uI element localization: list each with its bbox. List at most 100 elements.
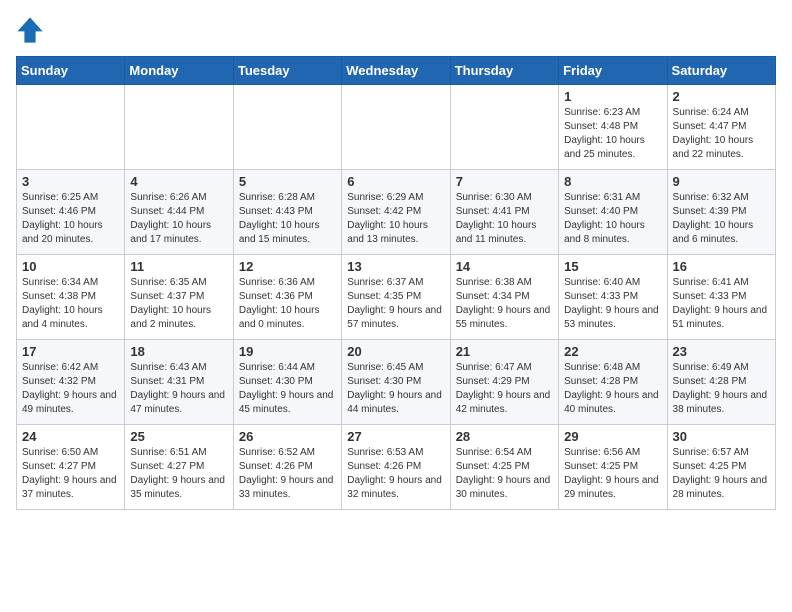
calendar-cell: 6 Sunrise: 6:29 AM Sunset: 4:42 PM Daylig… (342, 170, 450, 255)
calendar-header-row: SundayMondayTuesdayWednesdayThursdayFrid… (17, 57, 776, 85)
day-info: Sunrise: 6:34 AM Sunset: 4:38 PM Dayligh… (22, 276, 119, 332)
day-number: 16 (673, 259, 770, 274)
calendar-cell: 7 Sunrise: 6:30 AM Sunset: 4:41 PM Daylig… (450, 170, 558, 255)
day-info: Sunrise: 6:43 AM Sunset: 4:31 PM Dayligh… (130, 361, 227, 417)
day-info: Sunrise: 6:24 AM Sunset: 4:47 PM Dayligh… (673, 106, 770, 162)
day-info: Sunrise: 6:23 AM Sunset: 4:48 PM Dayligh… (564, 106, 661, 162)
day-number: 12 (239, 259, 336, 274)
calendar-cell: 30 Sunrise: 6:57 AM Sunset: 4:25 PM Dayli… (667, 425, 775, 510)
logo-icon (16, 16, 44, 44)
day-number: 22 (564, 344, 661, 359)
calendar-week-row: 17 Sunrise: 6:42 AM Sunset: 4:32 PM Dayli… (17, 340, 776, 425)
day-info: Sunrise: 6:30 AM Sunset: 4:41 PM Dayligh… (456, 191, 553, 247)
calendar-cell: 2 Sunrise: 6:24 AM Sunset: 4:47 PM Daylig… (667, 85, 775, 170)
day-info: Sunrise: 6:44 AM Sunset: 4:30 PM Dayligh… (239, 361, 336, 417)
calendar-week-row: 24 Sunrise: 6:50 AM Sunset: 4:27 PM Dayli… (17, 425, 776, 510)
day-info: Sunrise: 6:37 AM Sunset: 4:35 PM Dayligh… (347, 276, 444, 332)
calendar-cell: 21Sunrise: 6:47 AM Sunset: 4:29 PM Dayli… (450, 340, 558, 425)
calendar-cell: 29 Sunrise: 6:56 AM Sunset: 4:25 PM Dayli… (559, 425, 667, 510)
day-number: 24 (22, 429, 119, 444)
day-number: 14 (456, 259, 553, 274)
day-number: 18 (130, 344, 227, 359)
logo (16, 16, 48, 44)
calendar-cell: 4 Sunrise: 6:26 AM Sunset: 4:44 PM Daylig… (125, 170, 233, 255)
page-header (16, 16, 776, 44)
weekday-header-monday: Monday (125, 57, 233, 85)
day-number: 20 (347, 344, 444, 359)
day-number: 5 (239, 174, 336, 189)
calendar-cell: 9Sunrise: 6:32 AM Sunset: 4:39 PM Daylig… (667, 170, 775, 255)
day-info: Sunrise: 6:25 AM Sunset: 4:46 PM Dayligh… (22, 191, 119, 247)
calendar-cell: 11 Sunrise: 6:35 AM Sunset: 4:37 PM Dayli… (125, 255, 233, 340)
day-info: Sunrise: 6:31 AM Sunset: 4:40 PM Dayligh… (564, 191, 661, 247)
day-info: Sunrise: 6:50 AM Sunset: 4:27 PM Dayligh… (22, 446, 119, 502)
day-number: 9 (673, 174, 770, 189)
weekday-header-thursday: Thursday (450, 57, 558, 85)
calendar-cell: 14 Sunrise: 6:38 AM Sunset: 4:34 PM Dayli… (450, 255, 558, 340)
calendar-cell: 19 Sunrise: 6:44 AM Sunset: 4:30 PM Dayli… (233, 340, 341, 425)
calendar-cell: 28 Sunrise: 6:54 AM Sunset: 4:25 PM Dayli… (450, 425, 558, 510)
calendar-cell (233, 85, 341, 170)
day-number: 6 (347, 174, 444, 189)
day-info: Sunrise: 6:47 AM Sunset: 4:29 PM Dayligh… (456, 361, 553, 417)
calendar-cell: 27Sunrise: 6:53 AM Sunset: 4:26 PM Dayli… (342, 425, 450, 510)
day-info: Sunrise: 6:38 AM Sunset: 4:34 PM Dayligh… (456, 276, 553, 332)
day-info: Sunrise: 6:26 AM Sunset: 4:44 PM Dayligh… (130, 191, 227, 247)
day-number: 4 (130, 174, 227, 189)
day-number: 23 (673, 344, 770, 359)
calendar-cell (125, 85, 233, 170)
day-info: Sunrise: 6:57 AM Sunset: 4:25 PM Dayligh… (673, 446, 770, 502)
day-info: Sunrise: 6:45 AM Sunset: 4:30 PM Dayligh… (347, 361, 444, 417)
day-info: Sunrise: 6:29 AM Sunset: 4:42 PM Dayligh… (347, 191, 444, 247)
day-number: 30 (673, 429, 770, 444)
calendar-cell: 5 Sunrise: 6:28 AM Sunset: 4:43 PM Daylig… (233, 170, 341, 255)
calendar-cell: 18 Sunrise: 6:43 AM Sunset: 4:31 PM Dayli… (125, 340, 233, 425)
day-number: 26 (239, 429, 336, 444)
day-number: 11 (130, 259, 227, 274)
calendar-cell: 3 Sunrise: 6:25 AM Sunset: 4:46 PM Daylig… (17, 170, 125, 255)
day-info: Sunrise: 6:28 AM Sunset: 4:43 PM Dayligh… (239, 191, 336, 247)
calendar-cell: 15 Sunrise: 6:40 AM Sunset: 4:33 PM Dayli… (559, 255, 667, 340)
day-info: Sunrise: 6:42 AM Sunset: 4:32 PM Dayligh… (22, 361, 119, 417)
calendar-cell: 8 Sunrise: 6:31 AM Sunset: 4:40 PM Daylig… (559, 170, 667, 255)
day-info: Sunrise: 6:52 AM Sunset: 4:26 PM Dayligh… (239, 446, 336, 502)
day-number: 8 (564, 174, 661, 189)
day-number: 13 (347, 259, 444, 274)
day-number: 2 (673, 89, 770, 104)
calendar-cell: 16Sunrise: 6:41 AM Sunset: 4:33 PM Dayli… (667, 255, 775, 340)
day-info: Sunrise: 6:54 AM Sunset: 4:25 PM Dayligh… (456, 446, 553, 502)
calendar-week-row: 10 Sunrise: 6:34 AM Sunset: 4:38 PM Dayli… (17, 255, 776, 340)
day-info: Sunrise: 6:49 AM Sunset: 4:28 PM Dayligh… (673, 361, 770, 417)
calendar-week-row: 1 Sunrise: 6:23 AM Sunset: 4:48 PM Daylig… (17, 85, 776, 170)
calendar-cell: 20 Sunrise: 6:45 AM Sunset: 4:30 PM Dayli… (342, 340, 450, 425)
day-number: 3 (22, 174, 119, 189)
day-info: Sunrise: 6:53 AM Sunset: 4:26 PM Dayligh… (347, 446, 444, 502)
day-number: 17 (22, 344, 119, 359)
day-number: 10 (22, 259, 119, 274)
calendar-cell: 24 Sunrise: 6:50 AM Sunset: 4:27 PM Dayli… (17, 425, 125, 510)
calendar-cell: 25 Sunrise: 6:51 AM Sunset: 4:27 PM Dayli… (125, 425, 233, 510)
day-info: Sunrise: 6:48 AM Sunset: 4:28 PM Dayligh… (564, 361, 661, 417)
day-info: Sunrise: 6:35 AM Sunset: 4:37 PM Dayligh… (130, 276, 227, 332)
weekday-header-wednesday: Wednesday (342, 57, 450, 85)
calendar-cell: 10 Sunrise: 6:34 AM Sunset: 4:38 PM Dayli… (17, 255, 125, 340)
day-info: Sunrise: 6:40 AM Sunset: 4:33 PM Dayligh… (564, 276, 661, 332)
calendar-cell (17, 85, 125, 170)
calendar-table: SundayMondayTuesdayWednesdayThursdayFrid… (16, 56, 776, 510)
calendar-cell: 22 Sunrise: 6:48 AM Sunset: 4:28 PM Dayli… (559, 340, 667, 425)
day-info: Sunrise: 6:56 AM Sunset: 4:25 PM Dayligh… (564, 446, 661, 502)
day-number: 7 (456, 174, 553, 189)
calendar-cell: 26 Sunrise: 6:52 AM Sunset: 4:26 PM Dayli… (233, 425, 341, 510)
day-number: 1 (564, 89, 661, 104)
weekday-header-saturday: Saturday (667, 57, 775, 85)
day-number: 28 (456, 429, 553, 444)
weekday-header-sunday: Sunday (17, 57, 125, 85)
calendar-week-row: 3 Sunrise: 6:25 AM Sunset: 4:46 PM Daylig… (17, 170, 776, 255)
day-number: 29 (564, 429, 661, 444)
day-number: 25 (130, 429, 227, 444)
calendar-cell: 13 Sunrise: 6:37 AM Sunset: 4:35 PM Dayli… (342, 255, 450, 340)
day-info: Sunrise: 6:51 AM Sunset: 4:27 PM Dayligh… (130, 446, 227, 502)
day-number: 15 (564, 259, 661, 274)
day-number: 19 (239, 344, 336, 359)
calendar-cell (342, 85, 450, 170)
